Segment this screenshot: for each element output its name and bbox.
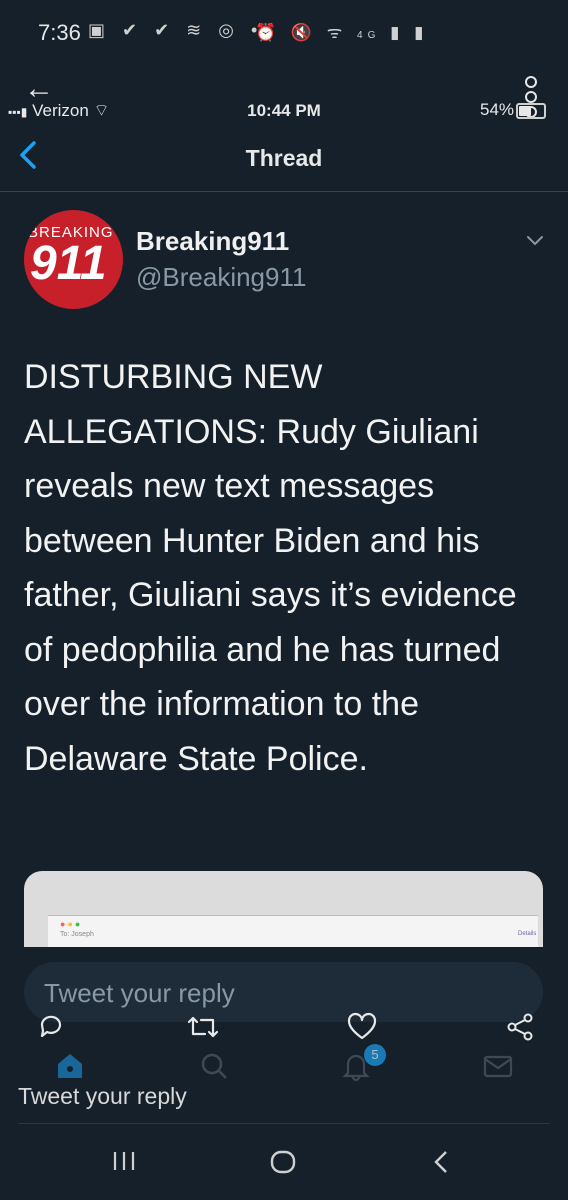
home-button-icon[interactable] (270, 1150, 296, 1179)
tweet-text: DISTURBING NEW ALLEGATIONS: Rudy Giulian… (24, 358, 517, 778)
share-icon[interactable] (505, 1012, 535, 1048)
author-handle[interactable]: @Breaking911 (136, 262, 306, 293)
notifications-badge: 5 (364, 1044, 386, 1066)
window-dots: ●●● (60, 919, 83, 929)
reply-bottom-text[interactable]: Tweet your reply (18, 1083, 187, 1110)
bottom-divider (18, 1123, 550, 1124)
android-back-icon[interactable] (432, 1150, 450, 1179)
retweet-icon[interactable] (186, 1012, 220, 1048)
avatar[interactable]: BREAKING 911 (24, 210, 123, 309)
author-name[interactable]: Breaking911 (136, 226, 289, 257)
media-details-label: Details (518, 931, 537, 937)
recent-apps-icon[interactable] (112, 1150, 136, 1177)
search-icon[interactable] (198, 1050, 230, 1087)
chevron-down-icon[interactable] (526, 232, 544, 250)
battery: 54% (480, 100, 547, 120)
battery-icon (516, 102, 547, 119)
media-screenshot (48, 915, 538, 951)
reply-input[interactable]: Tweet your reply (24, 962, 543, 1022)
home-icon[interactable] (54, 1050, 86, 1087)
media-to-label: To: Joseph (60, 931, 94, 938)
tweet-media[interactable]: ●●● To: Joseph Details (24, 871, 543, 951)
like-icon[interactable] (346, 1012, 378, 1048)
header-divider (0, 191, 568, 192)
android-clock: 7:36 (38, 20, 81, 45)
system-status-icons: ⏰ 🔇 ᯤ 4G ▮ ▮ (255, 23, 429, 42)
page-title: Thread (245, 145, 323, 171)
notification-icons: ▣ ✔ ✔ ≋ ◎ • (88, 20, 264, 40)
messages-icon[interactable] (482, 1050, 514, 1087)
reply-icon[interactable] (36, 1012, 66, 1048)
